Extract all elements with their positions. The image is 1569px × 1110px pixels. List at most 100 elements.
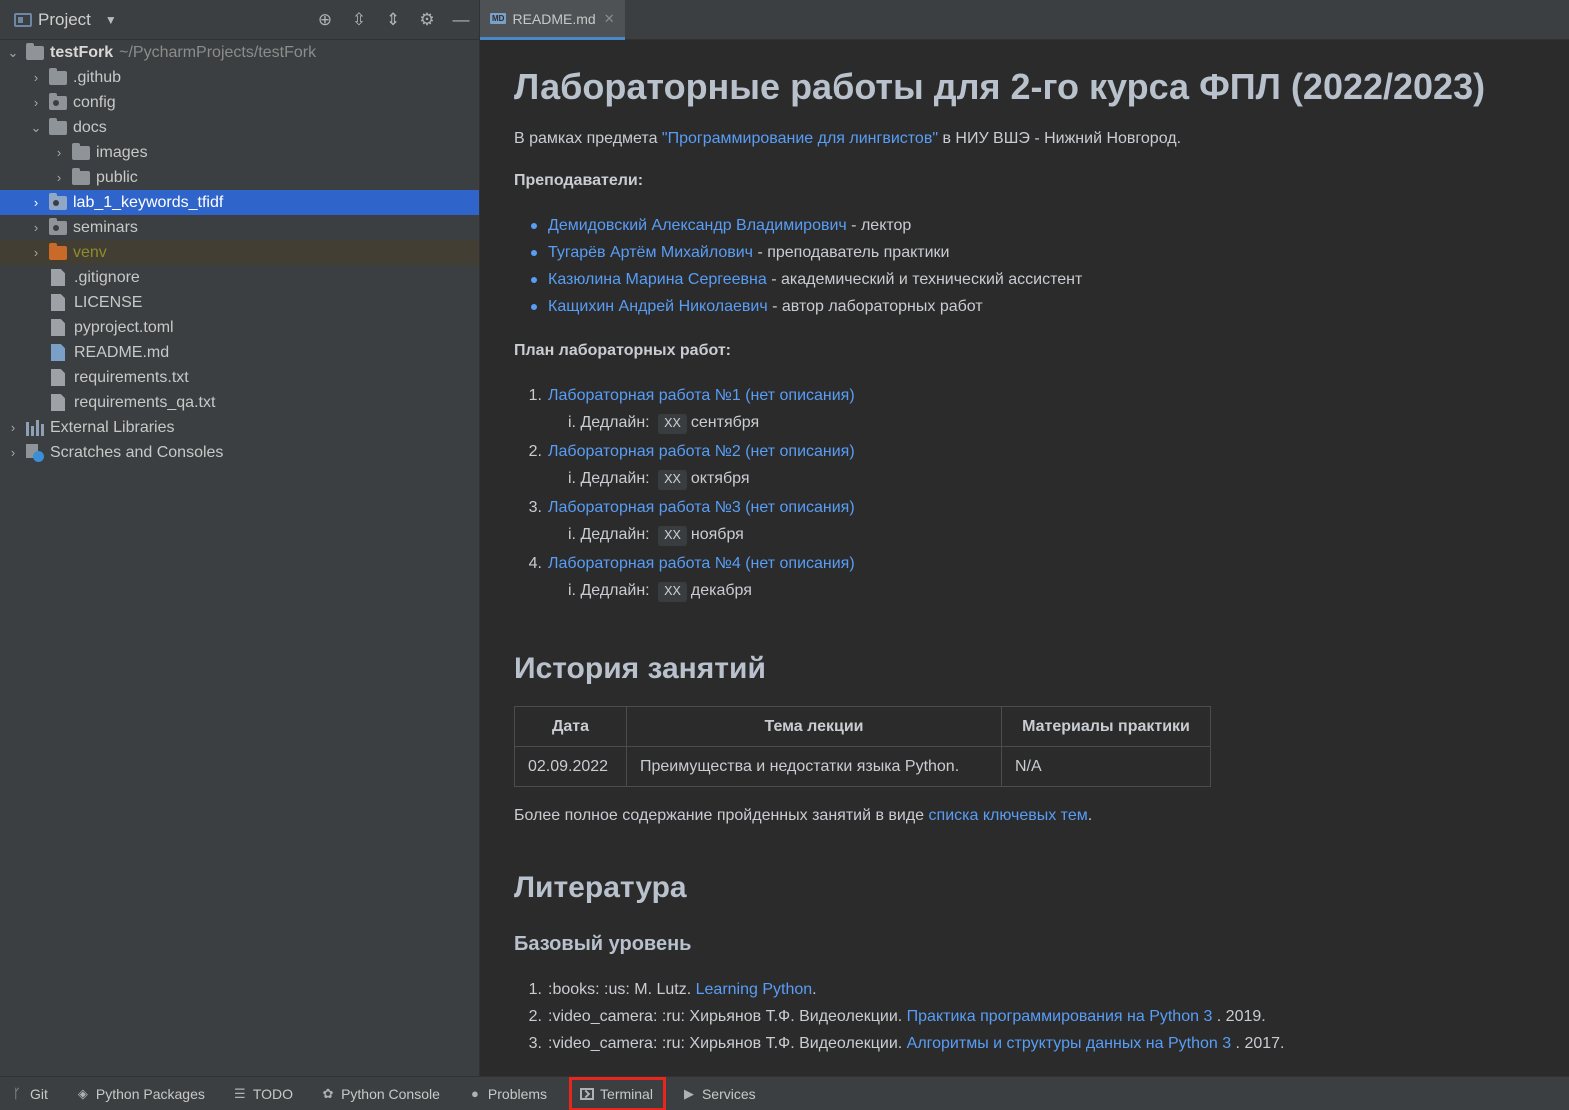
services-tool-button[interactable]: ▶ Services [682, 1079, 768, 1109]
chevron-down-icon[interactable]: ▼ [105, 13, 117, 27]
teacher-link[interactable]: Тугарёв Артём Михайлович [548, 244, 753, 261]
tree-node-external-libraries[interactable]: › External Libraries [0, 415, 479, 440]
list-number: 3. [528, 499, 542, 516]
literature-link[interactable]: Learning Python [696, 981, 813, 998]
tree-node-readme[interactable]: README.md [0, 340, 479, 365]
tree-node-scratches[interactable]: › Scratches and Consoles [0, 440, 479, 465]
hide-panel-icon[interactable]: — [451, 10, 471, 30]
teacher-role: - лектор [846, 217, 912, 234]
intro-text: В рамках предмета [514, 130, 662, 147]
module-folder-icon [49, 92, 67, 110]
tool-label: Problems [487, 1085, 548, 1102]
python-console-tool-button[interactable]: ✿ Python Console [321, 1079, 452, 1109]
literature-link[interactable]: Алгоритмы и структуры данных на Python 3 [907, 1035, 1231, 1052]
deadline-label: i. Дедлайн: [568, 526, 650, 543]
tree-node-config[interactable]: › config [0, 90, 479, 115]
python-packages-tool-button[interactable]: ◈ Python Packages [76, 1079, 217, 1109]
list-number: 1. [528, 387, 542, 404]
tree-node-github[interactable]: › .github [0, 65, 479, 90]
locate-file-icon[interactable]: ⊕ [315, 10, 335, 30]
python-icon: ✿ [322, 1085, 334, 1101]
teachers-heading: Преподаватели: [514, 172, 644, 189]
lab-link[interactable]: Лабораторная работа №4 (нет описания) [548, 555, 855, 572]
tree-node-requirements[interactable]: requirements.txt [0, 365, 479, 390]
markdown-file-icon: MD [490, 13, 507, 24]
teacher-link[interactable]: Казюлина Марина Сергеевна [548, 271, 767, 288]
module-folder-icon [49, 217, 67, 235]
tree-node-images[interactable]: › images [0, 140, 479, 165]
tree-node-label: lab_1_keywords_tfidf [73, 193, 224, 211]
deadline-line: i. Дедлайн: XX октября [514, 465, 1535, 494]
chevron-right-icon[interactable]: › [6, 420, 20, 435]
tree-node-public[interactable]: › public [0, 165, 479, 190]
expand-all-icon[interactable]: ⇳ [349, 10, 369, 30]
tree-node-lab1[interactable]: › lab_1_keywords_tfidf [0, 190, 479, 215]
lab-link[interactable]: Лабораторная работа №1 (нет описания) [548, 387, 855, 404]
project-icon [14, 12, 32, 27]
project-panel-header: Project ▼ ⊕ ⇳ ⇕ ⚙ — [0, 0, 479, 40]
deadline-code: XX [658, 582, 687, 602]
collapse-all-icon[interactable]: ⇕ [383, 10, 403, 30]
tree-node-venv[interactable]: › venv [0, 240, 479, 265]
project-tool-window: Project ▼ ⊕ ⇳ ⇕ ⚙ — ⌄ testFork ~/Pycharm… [0, 0, 480, 1076]
git-tool-button[interactable]: ᚴ Git [10, 1079, 60, 1109]
info-icon: ● [470, 1086, 479, 1101]
literature-link[interactable]: Практика программирования на Python 3 [907, 1008, 1213, 1025]
tool-label: TODO [252, 1085, 294, 1102]
chevron-right-icon[interactable]: › [52, 170, 66, 185]
close-icon[interactable]: ✕ [604, 11, 615, 27]
chevron-right-icon[interactable]: › [29, 195, 43, 210]
table-cell: N/A [1001, 746, 1211, 787]
lab-link[interactable]: Лабораторная работа №2 (нет описания) [548, 443, 855, 460]
list-item: Кащихин Андрей Николаевич - автор лабора… [514, 293, 1535, 320]
key-topics-link[interactable]: списка ключевых тем [929, 807, 1088, 824]
chevron-right-icon[interactable]: › [29, 245, 43, 260]
chevron-right-icon[interactable]: › [29, 95, 43, 110]
history-note: Более полное содержание пройденных занят… [514, 805, 1535, 827]
folder-icon [26, 42, 44, 60]
teacher-role: - преподаватель практики [753, 244, 950, 261]
terminal-tool-button[interactable]: Terminal [569, 1076, 666, 1110]
list-number: 3. [528, 1035, 542, 1052]
tree-node-docs[interactable]: ⌄ docs [0, 115, 479, 140]
tree-node-label: README.md [74, 343, 170, 361]
markdown-file-icon [51, 344, 65, 361]
problems-tool-button[interactable]: ● Problems [468, 1079, 559, 1109]
tab-readme[interactable]: MD README.md ✕ [480, 0, 625, 40]
teachers-list: Демидовский Александр Владимирович - лек… [514, 212, 1535, 320]
text-file-icon [51, 294, 65, 311]
chevron-down-icon[interactable]: ⌄ [29, 120, 43, 136]
list-icon: ☰ [234, 1085, 246, 1101]
chevron-down-icon[interactable]: ⌄ [6, 45, 20, 61]
git-branch-icon: ᚴ [13, 1086, 21, 1101]
play-circle-icon: ▶ [683, 1085, 694, 1101]
lab-link[interactable]: Лабораторная работа №3 (нет описания) [548, 499, 855, 516]
tree-node-label: requirements.txt [74, 368, 189, 386]
tree-node-label: External Libraries [50, 418, 175, 436]
tree-node-gitignore[interactable]: .gitignore [0, 265, 479, 290]
chevron-right-icon[interactable]: › [52, 145, 66, 160]
tree-node-label: docs [73, 118, 107, 136]
library-icon [26, 419, 44, 436]
deadline-label: i. Дедлайн: [568, 582, 650, 599]
todo-tool-button[interactable]: ☰ TODO [233, 1079, 305, 1109]
teacher-link[interactable]: Демидовский Александр Владимирович [548, 217, 847, 234]
course-link[interactable]: "Программирование для лингвистов" [662, 130, 938, 147]
tree-node-seminars[interactable]: › seminars [0, 215, 479, 240]
tree-node-pyproject[interactable]: pyproject.toml [0, 315, 479, 340]
teacher-link[interactable]: Кащихин Андрей Николаевич [548, 298, 768, 315]
tree-node-requirements-qa[interactable]: requirements_qa.txt [0, 390, 479, 415]
gear-icon[interactable]: ⚙ [417, 10, 437, 30]
list-item: 3.:video_camera: :ru: Хирьянов Т.Ф. Виде… [514, 1030, 1535, 1057]
tree-node-root[interactable]: ⌄ testFork ~/PycharmProjects/testFork [0, 40, 479, 65]
deadline-line: i. Дедлайн: XX ноября [514, 521, 1535, 550]
list-item: 1.:books: :us: M. Lutz. Learning Python. [514, 976, 1535, 1003]
chevron-right-icon[interactable]: › [29, 70, 43, 85]
list-item: Тугарёв Артём Михайлович - преподаватель… [514, 239, 1535, 266]
list-item: Казюлина Марина Сергеевна - академически… [514, 266, 1535, 293]
list-item: 1. Лабораторная работа №1 (нет описания) … [514, 382, 1535, 438]
tree-node-license[interactable]: LICENSE [0, 290, 479, 315]
chevron-right-icon[interactable]: › [6, 445, 20, 460]
chevron-right-icon[interactable]: › [29, 220, 43, 235]
project-panel-title[interactable]: Project [38, 10, 91, 30]
